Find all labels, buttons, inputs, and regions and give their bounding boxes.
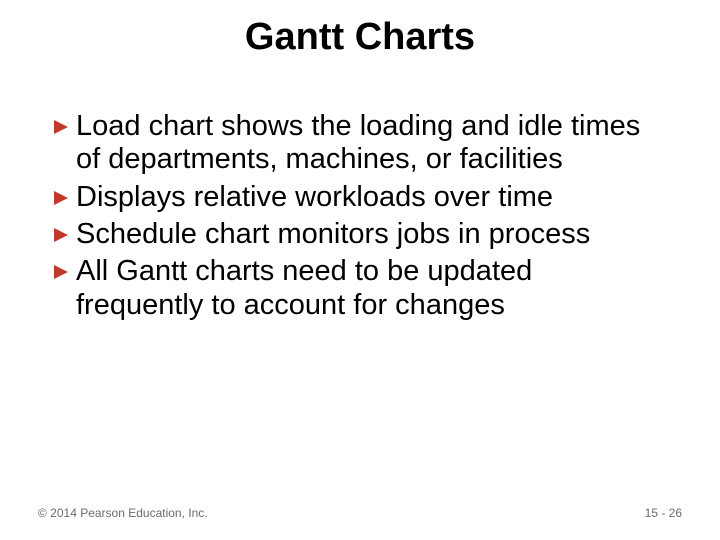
bullet-triangle-icon [54, 228, 68, 242]
bullet-text: All Gantt charts need to be updated freq… [76, 255, 666, 322]
bullet-text: Load chart shows the loading and idle ti… [76, 110, 666, 177]
bullet-triangle-icon [54, 191, 68, 205]
bullet-item: All Gantt charts need to be updated freq… [54, 255, 666, 322]
bullet-triangle-icon [54, 120, 68, 134]
slide: Gantt Charts Load chart shows the loadin… [0, 0, 720, 540]
bullet-item: Load chart shows the loading and idle ti… [54, 110, 666, 177]
slide-body: Load chart shows the loading and idle ti… [54, 110, 666, 326]
bullet-text: Schedule chart monitors jobs in process [76, 218, 590, 251]
bullet-triangle-icon [54, 265, 68, 279]
bullet-item: Schedule chart monitors jobs in process [54, 218, 666, 251]
footer-page-number: 15 - 26 [645, 506, 682, 520]
bullet-text: Displays relative workloads over time [76, 181, 553, 214]
footer-copyright: © 2014 Pearson Education, Inc. [38, 506, 208, 520]
bullet-item: Displays relative workloads over time [54, 181, 666, 214]
slide-title: Gantt Charts [0, 16, 720, 59]
